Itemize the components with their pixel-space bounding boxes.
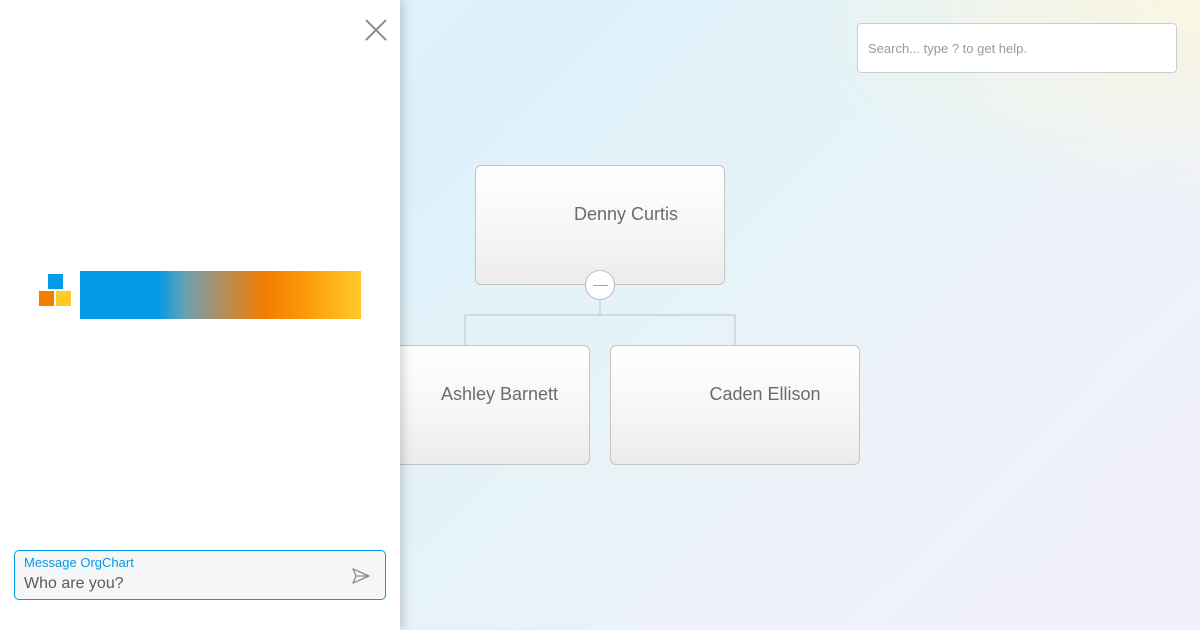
search-input[interactable] <box>868 40 1166 56</box>
minus-circle-icon <box>593 285 608 286</box>
chat-side-panel: Message OrgChart <box>0 0 400 630</box>
close-icon <box>365 19 387 41</box>
message-label: Message OrgChart <box>24 555 134 570</box>
node-name: Ashley Barnett <box>441 384 559 404</box>
logo-square-yellow <box>56 291 71 306</box>
collapse-node-button[interactable] <box>585 270 615 300</box>
logo-square-blue <box>48 274 63 289</box>
search-box[interactable] <box>857 23 1177 73</box>
org-node-caden-ellison[interactable]: Caden Ellison <box>610 345 860 465</box>
logo-gradient-bar <box>80 271 361 319</box>
logo-square-orange <box>39 291 54 306</box>
message-box[interactable]: Message OrgChart <box>14 550 386 600</box>
send-button[interactable] <box>351 567 371 585</box>
message-input[interactable] <box>24 573 334 595</box>
send-icon <box>352 568 370 584</box>
close-panel-button[interactable] <box>363 17 389 43</box>
org-node-denny-curtis[interactable]: Denny Curtis <box>475 165 725 285</box>
node-name: Denny Curtis <box>573 204 679 224</box>
connector-line <box>464 300 736 345</box>
node-name: Caden Ellison <box>709 384 821 404</box>
